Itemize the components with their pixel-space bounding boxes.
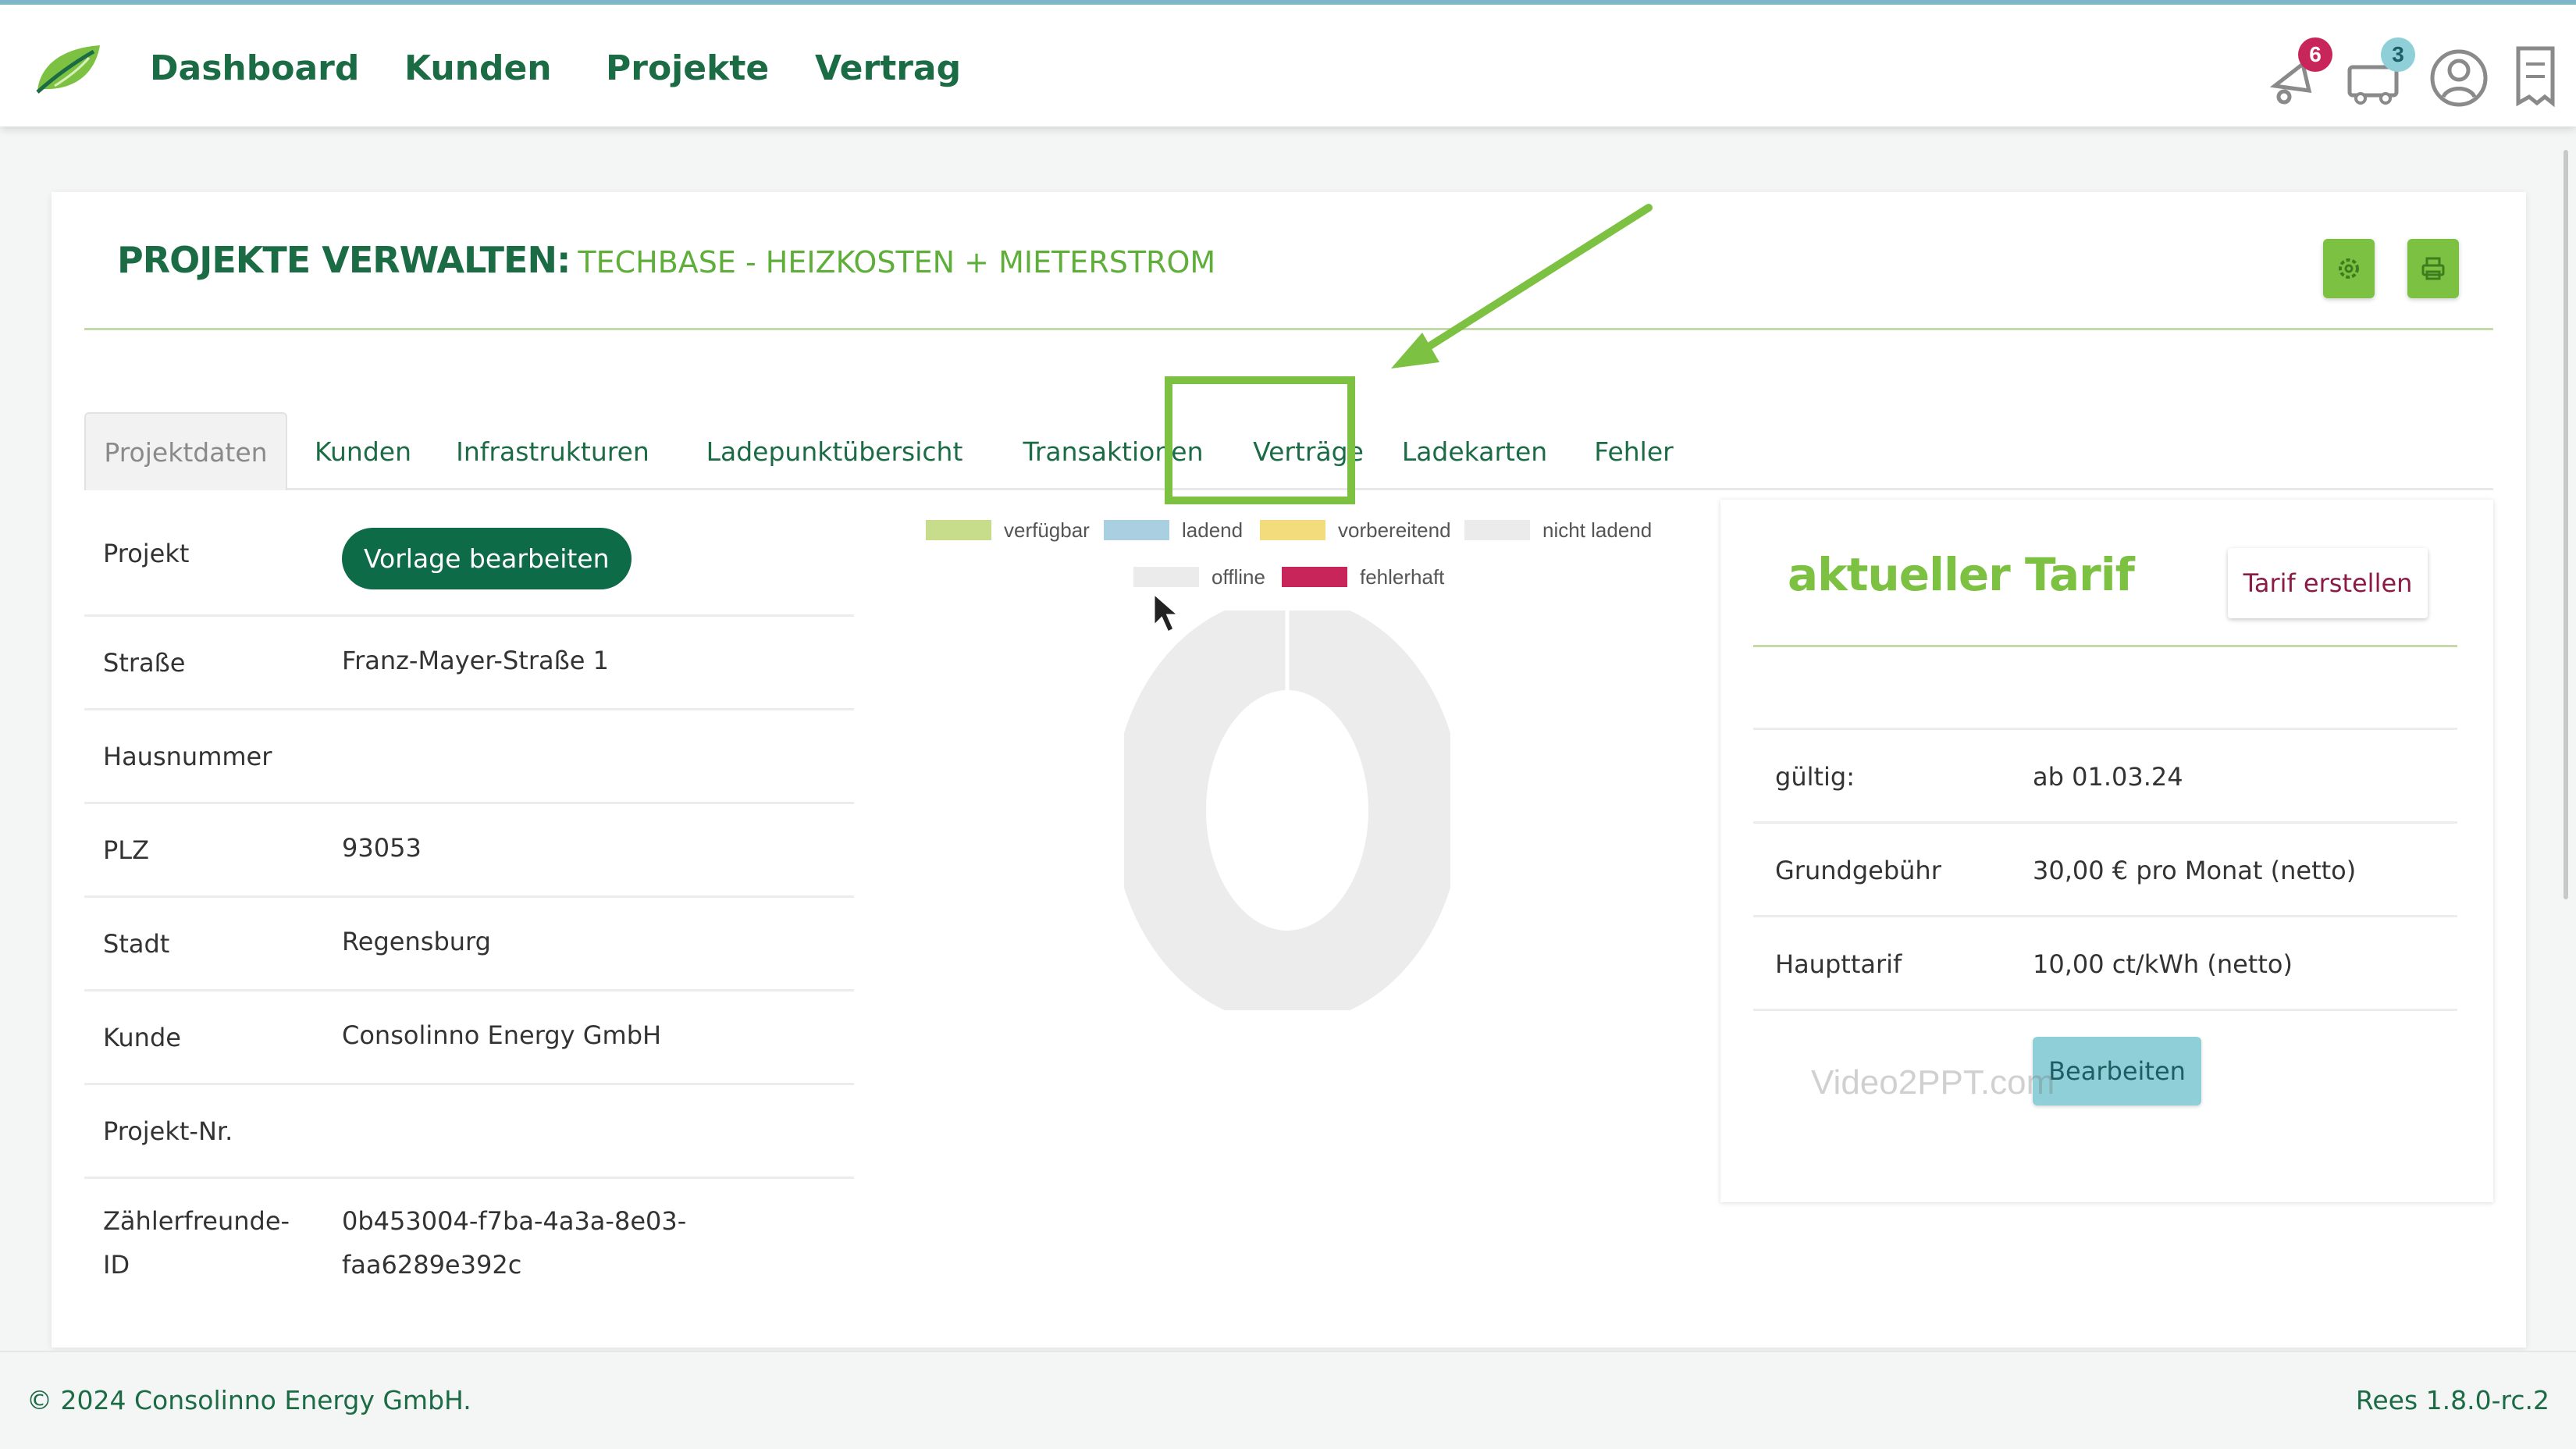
legend-ladend: ladend (1104, 518, 1243, 542)
row-value-line1: 0b453004-f7ba-4a3a-8e03- (342, 1206, 687, 1236)
footer-copyright: © 2024 Consolinno Energy GmbH. (27, 1385, 471, 1415)
legend-fehlerhaft: fehlerhaft (1282, 565, 1444, 589)
project-data-table: Projekt Vorlage bearbeiten Straße Franz-… (84, 507, 854, 1296)
row-label: Hausnummer (103, 742, 272, 771)
tarif-row-label: gültig: (1775, 762, 1856, 792)
legend-label: verfügbar (1004, 518, 1090, 542)
footer-version: Rees 1.8.0-rc.2 (2355, 1385, 2549, 1415)
row-value: Regensburg (342, 927, 491, 956)
legend-label: ladend (1182, 518, 1244, 542)
page-title-sub: TECHBASE - HEIZKOSTEN + MIETERSTROM (578, 245, 1216, 279)
tarif-row-value: 30,00 € pro Monat (netto) (2033, 856, 2357, 885)
leaf-logo-icon[interactable] (31, 41, 106, 97)
row-label: Straße (103, 648, 186, 678)
tarif-row-label: Grundgebühr (1775, 856, 1941, 885)
annotation-arrow-icon (1391, 204, 1653, 368)
tab-fehler[interactable]: Fehler (1582, 412, 1686, 490)
messages-badge: 3 (2381, 37, 2415, 72)
legend-label: fehlerhaft (1360, 564, 1445, 589)
print-button[interactable] (2407, 239, 2459, 298)
page-title-main: PROJEKTE VERWALTEN: (117, 239, 571, 281)
row-label: Stadt (103, 929, 170, 959)
edit-template-button[interactable]: Vorlage bearbeiten (342, 528, 632, 589)
row-value: 93053 (342, 833, 422, 863)
mouse-cursor-icon (1152, 590, 1182, 635)
table-row: Straße Franz-Mayer-Straße 1 (84, 617, 854, 710)
nav-dashboard[interactable]: Dashboard (150, 48, 359, 88)
row-label: Projekt (103, 539, 190, 568)
row-value: Franz-Mayer-Straße 1 (342, 646, 609, 675)
tarif-divider (1753, 728, 2457, 730)
tarif-row-value: 10,00 ct/kWh (netto) (2033, 949, 2293, 979)
legend-label: vorbereitend (1338, 518, 1451, 542)
legend-nicht-ladend: nicht ladend (1464, 518, 1652, 542)
tarif-divider (1753, 1009, 2457, 1011)
legend-label: offline (1212, 564, 1265, 589)
tarif-row-value: ab 01.03.24 (2033, 762, 2183, 792)
tarif-row-label: Haupttarif (1775, 949, 1902, 979)
table-row: Hausnummer (84, 710, 854, 804)
title-divider (84, 328, 2493, 330)
legend-swatch (926, 520, 991, 540)
table-row: Stadt Regensburg (84, 898, 854, 992)
table-row: Projekt Vorlage bearbeiten (84, 507, 854, 617)
receipt-button[interactable] (2506, 41, 2568, 111)
top-navbar: Dashboard Kunden Projekte Vertrag 6 3 (0, 0, 2576, 126)
page-title: PROJEKTE VERWALTEN: TECHBASE - HEIZKOSTEN… (117, 239, 1215, 281)
status-donut-chart (1124, 611, 1450, 1010)
row-value-line2: faa6289e392c (342, 1250, 522, 1280)
user-icon (2430, 49, 2488, 107)
legend-swatch (1104, 520, 1169, 540)
messages-button[interactable]: 3 (2345, 37, 2415, 111)
watermark-text: Video2PPT.com (1811, 1063, 2055, 1102)
gear-icon (2339, 258, 2359, 279)
tab-infrastrukturen[interactable]: Infrastrukturen (436, 412, 670, 490)
settings-button[interactable] (2323, 239, 2375, 298)
footer: © 2024 Consolinno Energy GmbH. Rees 1.8.… (0, 1351, 2576, 1449)
tarif-divider (1753, 821, 2457, 824)
row-label: Zählerfreunde- ID (103, 1199, 290, 1287)
legend-offline: offline (1133, 565, 1265, 589)
vertraege-highlight-box (1165, 376, 1355, 504)
page-scrollbar[interactable] (2564, 150, 2568, 899)
nav-vertrag[interactable]: Vertrag (815, 48, 961, 88)
table-row: Zählerfreunde- ID 0b453004-f7ba-4a3a-8e03… (84, 1179, 854, 1296)
legend-swatch (1133, 567, 1199, 587)
legend-verfuegbar: verfügbar (926, 518, 1090, 542)
table-row: PLZ 93053 (84, 804, 854, 898)
nav-kunden[interactable]: Kunden (404, 48, 552, 88)
nav-projekte[interactable]: Projekte (606, 48, 769, 88)
tarif-create-button[interactable]: Tarif erstellen (2228, 548, 2428, 618)
notifications-button[interactable]: 6 (2264, 37, 2332, 111)
row-label: Kunde (103, 1023, 181, 1052)
legend-swatch (1260, 520, 1325, 540)
tab-ladepunktuebersicht[interactable]: Ladepunktübersicht (688, 412, 980, 490)
row-label: Projekt-Nr. (103, 1116, 233, 1146)
row-label-line2: ID (103, 1250, 130, 1280)
tarif-edit-button[interactable]: Bearbeiten (2033, 1037, 2201, 1105)
row-value: 0b453004-f7ba-4a3a-8e03- faa6289e392c (342, 1199, 686, 1287)
receipt-icon (2516, 46, 2555, 108)
notifications-badge: 6 (2298, 37, 2332, 72)
table-row: Projekt-Nr. (84, 1085, 854, 1179)
user-button[interactable] (2428, 41, 2490, 111)
tarif-title-divider (1753, 645, 2457, 647)
tab-projektdaten[interactable]: Projektdaten (84, 412, 287, 490)
legend-swatch (1464, 520, 1530, 540)
tarif-divider (1753, 915, 2457, 917)
row-value: Consolinno Energy GmbH (342, 1020, 662, 1050)
tab-kunden[interactable]: Kunden (304, 412, 422, 490)
tarif-title: aktueller Tarif (1788, 548, 2135, 601)
tab-ladekarten[interactable]: Ladekarten (1383, 412, 1566, 490)
legend-vorbereitend: vorbereitend (1260, 518, 1451, 542)
table-row: Kunde Consolinno Energy GmbH (84, 992, 854, 1085)
row-label: PLZ (103, 835, 150, 865)
printer-icon (2421, 257, 2445, 280)
legend-swatch (1282, 567, 1347, 587)
row-label-line1: Zählerfreunde- (103, 1206, 290, 1236)
legend-label: nicht ladend (1542, 518, 1653, 542)
tarif-panel: aktueller Tarif Tarif erstellen gültig: … (1720, 500, 2493, 1202)
